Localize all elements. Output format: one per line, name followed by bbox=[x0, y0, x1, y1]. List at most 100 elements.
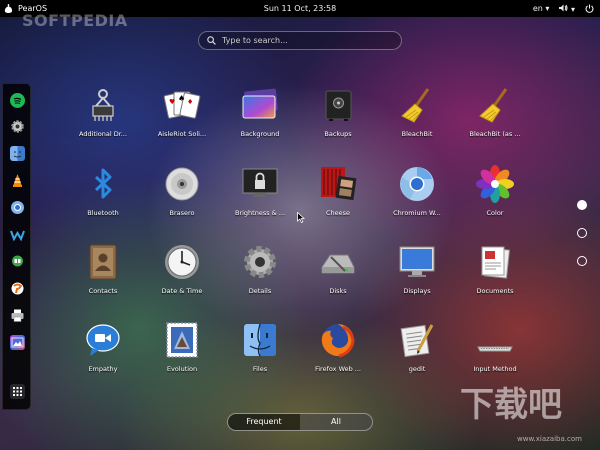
page-indicator-3[interactable] bbox=[577, 256, 587, 266]
display-icon bbox=[399, 246, 435, 277]
hangouts-icon[interactable] bbox=[10, 254, 25, 269]
app-background[interactable]: Background bbox=[220, 86, 300, 156]
xiazaiba-logo: 下载吧 bbox=[460, 385, 562, 425]
color-icon bbox=[476, 165, 514, 203]
contacts-icon bbox=[89, 244, 117, 280]
app-firefox[interactable]: Firefox Web ... bbox=[298, 321, 378, 391]
app-aisleriot[interactable]: ♥ ♠ ♦ AisleRiot Soli... bbox=[142, 86, 222, 156]
app-brightness-lock[interactable]: Brightness & ... bbox=[220, 165, 300, 235]
app-label: Displays bbox=[403, 287, 431, 295]
printer-icon[interactable] bbox=[10, 308, 25, 323]
app-label: Input Method bbox=[473, 365, 517, 373]
language-label: en bbox=[532, 4, 543, 13]
language-menu[interactable]: en ▾ bbox=[533, 4, 550, 13]
lock-screen-icon bbox=[242, 168, 278, 197]
app-date-time[interactable]: Date & Time bbox=[142, 243, 222, 313]
gear-icon[interactable] bbox=[10, 119, 25, 134]
app-label: Empathy bbox=[88, 365, 118, 373]
app-label: Documents bbox=[476, 287, 514, 295]
chat-icon bbox=[86, 324, 120, 356]
app-label: Bluetooth bbox=[87, 209, 119, 217]
app-brasero[interactable]: Brasero bbox=[142, 165, 222, 235]
app-disks[interactable]: Disks bbox=[298, 243, 378, 313]
app-label: gedit bbox=[408, 365, 426, 373]
app-label: AisleRiot Soli... bbox=[157, 130, 207, 138]
language-chevron: ▾ bbox=[545, 4, 550, 13]
documents-icon bbox=[481, 246, 510, 279]
pidgin-icon[interactable] bbox=[10, 281, 25, 296]
app-label: Disks bbox=[329, 287, 347, 295]
keyboard-icon bbox=[477, 346, 513, 352]
finder-icon bbox=[244, 323, 276, 357]
page-indicator-1[interactable] bbox=[577, 200, 587, 210]
apps-grid-icon[interactable] bbox=[10, 384, 25, 399]
search-input[interactable] bbox=[222, 36, 392, 45]
chrome-icon[interactable] bbox=[10, 200, 25, 215]
xiazaiba-url: www.xiazaiba.com bbox=[517, 435, 582, 443]
broom-icon bbox=[479, 88, 508, 123]
vlc-icon[interactable] bbox=[10, 173, 25, 188]
app-empathy[interactable]: Empathy bbox=[63, 321, 143, 391]
app-evolution[interactable]: Evolution bbox=[142, 321, 222, 391]
app-label: Chromium W... bbox=[393, 209, 441, 217]
app-cheese[interactable]: Cheese bbox=[298, 165, 378, 235]
app-label: Files bbox=[252, 365, 268, 373]
search-box[interactable] bbox=[198, 31, 402, 50]
broom-icon bbox=[401, 88, 430, 123]
photos-icon[interactable] bbox=[10, 335, 25, 350]
app-bleachbit-root[interactable]: BleachBit (as ... bbox=[455, 86, 535, 156]
app-label: Color bbox=[486, 209, 504, 217]
search-icon bbox=[207, 36, 216, 45]
app-label: Firefox Web ... bbox=[314, 365, 361, 373]
w-icon[interactable] bbox=[10, 227, 25, 242]
power-icon[interactable] bbox=[585, 4, 594, 13]
app-documents[interactable]: Documents bbox=[455, 243, 535, 313]
top-bar-right: en ▾ ▾ bbox=[533, 0, 594, 17]
finder-icon[interactable] bbox=[10, 146, 25, 161]
svg-text:♦: ♦ bbox=[187, 98, 193, 106]
app-bleachbit[interactable]: BleachBit bbox=[377, 86, 457, 156]
volume-menu[interactable]: ▾ bbox=[559, 4, 575, 14]
svg-text:♥: ♥ bbox=[169, 98, 175, 106]
app-gedit[interactable]: gedit bbox=[377, 321, 457, 391]
view-toggle: Frequent All bbox=[227, 413, 373, 431]
app-details[interactable]: Details bbox=[220, 243, 300, 313]
text-editor-icon bbox=[400, 324, 434, 358]
app-label: Background bbox=[240, 130, 280, 138]
app-label: Details bbox=[248, 287, 272, 295]
app-label: Cheese bbox=[325, 209, 351, 217]
app-label: BleachBit (as ... bbox=[469, 130, 521, 138]
app-additional-drivers[interactable]: Additional Dr... bbox=[63, 86, 143, 156]
app-contacts[interactable]: Contacts bbox=[63, 243, 143, 313]
app-files[interactable]: Files bbox=[220, 321, 300, 391]
app-backups[interactable]: Backups bbox=[298, 86, 378, 156]
app-label: Additional Dr... bbox=[79, 130, 127, 138]
app-label: Brightness & ... bbox=[234, 209, 286, 217]
firefox-icon bbox=[321, 324, 355, 358]
cheese-icon bbox=[321, 167, 357, 201]
clock-icon bbox=[165, 245, 199, 279]
bluetooth-icon bbox=[94, 168, 112, 199]
volume-chevron: ▾ bbox=[570, 4, 575, 14]
cards-icon: ♥ ♠ ♦ bbox=[163, 91, 201, 119]
app-chromium[interactable]: Chromium W... bbox=[377, 165, 457, 235]
app-bluetooth[interactable]: Bluetooth bbox=[63, 165, 143, 235]
page-indicator-2[interactable] bbox=[577, 228, 587, 238]
disk-icon bbox=[321, 254, 355, 274]
disc-icon bbox=[165, 167, 199, 201]
spotify-icon[interactable] bbox=[10, 93, 25, 108]
frequent-button[interactable]: Frequent bbox=[228, 414, 300, 430]
app-input-method[interactable]: Input Method bbox=[455, 321, 535, 391]
background-icon bbox=[242, 88, 278, 119]
safe-icon bbox=[325, 90, 352, 121]
svg-text:♠: ♠ bbox=[178, 94, 185, 103]
app-label: Brasero bbox=[169, 209, 195, 217]
all-button[interactable]: All bbox=[300, 414, 372, 430]
app-displays[interactable]: Displays bbox=[377, 243, 457, 313]
app-label: Backups bbox=[324, 130, 352, 138]
chip-icon bbox=[92, 89, 114, 121]
volume-icon bbox=[559, 4, 568, 11]
app-label: Date & Time bbox=[161, 287, 203, 295]
app-color[interactable]: Color bbox=[455, 165, 535, 235]
gear-icon bbox=[244, 246, 276, 278]
